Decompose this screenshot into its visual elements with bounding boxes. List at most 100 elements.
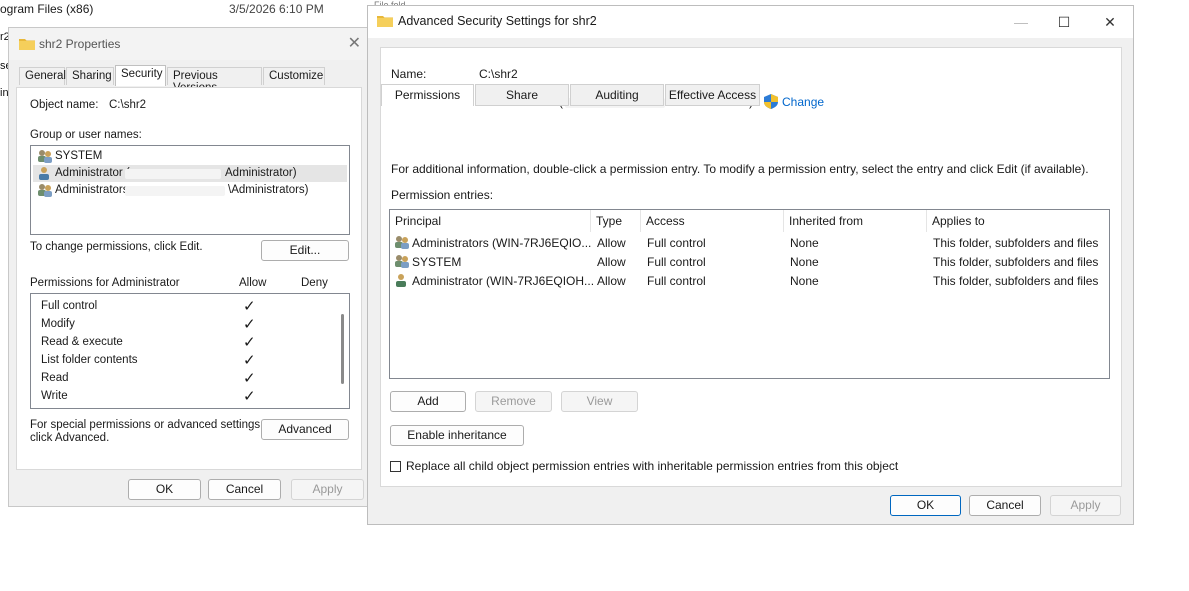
tab-previous-versions[interactable]: Previous Versions bbox=[167, 67, 262, 94]
advanced-titlebar[interactable]: Advanced Security Settings for shr2 — ☐ … bbox=[368, 6, 1133, 38]
entry-access: Full control bbox=[647, 236, 706, 250]
background-explorer-row: ogram Files (x86) 3/5/2026 6:10 PM bbox=[0, 0, 370, 18]
permission-entries-label: Permission entries: bbox=[391, 188, 494, 202]
table-row[interactable]: SYSTEM Allow Full control None This fold… bbox=[390, 253, 1109, 272]
group-icon bbox=[37, 149, 53, 166]
column-header[interactable]: Type bbox=[591, 210, 641, 232]
tab-customize[interactable]: Customize bbox=[263, 67, 325, 85]
list-item[interactable]: Administrators \Administrators) bbox=[33, 182, 347, 199]
entry-type: Allow bbox=[597, 255, 626, 269]
group-name-suffix: Administrator) bbox=[225, 167, 297, 179]
advanced-button[interactable]: Advanced bbox=[261, 419, 349, 440]
background-file-date: 3/5/2026 6:10 PM bbox=[229, 2, 324, 16]
tab-sharing[interactable]: Sharing bbox=[66, 67, 114, 85]
column-header[interactable]: Inherited from bbox=[784, 210, 927, 232]
special-permissions-text: click Advanced. bbox=[30, 432, 110, 444]
table-row[interactable]: Administrator (WIN-7RJ6EQIOH... Allow Fu… bbox=[390, 272, 1109, 291]
entry-access: Full control bbox=[647, 274, 706, 288]
entry-principal: Administrators (WIN-7RJ6EQIO... bbox=[412, 236, 592, 250]
ok-button[interactable]: OK bbox=[890, 495, 961, 516]
tab-share[interactable]: Share bbox=[475, 84, 569, 106]
object-name-label: Object name: bbox=[30, 99, 99, 111]
tab-general[interactable]: General bbox=[19, 67, 66, 85]
group-name-suffix: \Administrators) bbox=[228, 184, 309, 196]
enable-inheritance-button[interactable]: Enable inheritance bbox=[390, 425, 524, 446]
close-icon[interactable]: ✕ bbox=[348, 33, 361, 53]
table-row[interactable]: Administrators (WIN-7RJ6EQIO... Allow Fu… bbox=[390, 234, 1109, 253]
entry-applies: This folder, subfolders and files bbox=[933, 236, 1099, 250]
close-icon[interactable]: ✕ bbox=[1087, 8, 1133, 36]
tab-security[interactable]: Security bbox=[115, 65, 166, 86]
column-header[interactable]: Access bbox=[641, 210, 784, 232]
redacted-text bbox=[125, 169, 221, 179]
permission-name: List folder contents bbox=[41, 354, 138, 366]
permission-name: Modify bbox=[41, 318, 75, 330]
scrollbar[interactable] bbox=[341, 314, 344, 384]
list-item: Read & execute ✓ bbox=[41, 334, 346, 352]
remove-button[interactable]: Remove bbox=[475, 391, 552, 412]
list-item: List folder contents ✓ bbox=[41, 352, 346, 370]
properties-titlebar[interactable]: shr2 Properties ✕ bbox=[9, 28, 369, 60]
add-button[interactable]: Add bbox=[390, 391, 466, 412]
info-text: For additional information, double-click… bbox=[391, 162, 1089, 176]
checkmark-icon: ✓ bbox=[243, 352, 256, 369]
edit-button[interactable]: Edit... bbox=[261, 240, 349, 261]
column-header[interactable]: Principal bbox=[390, 210, 591, 232]
permission-entries-table[interactable]: Principal Type Access Inherited from App… bbox=[389, 209, 1110, 379]
change-permissions-text: To change permissions, click Edit. bbox=[30, 241, 203, 253]
apply-button[interactable]: Apply bbox=[291, 479, 364, 500]
user-icon bbox=[394, 273, 408, 290]
tab-permissions[interactable]: Permissions bbox=[381, 84, 474, 106]
list-item[interactable]: SYSTEM bbox=[33, 148, 347, 165]
minimize-icon[interactable]: — bbox=[998, 8, 1044, 36]
entry-inherited: None bbox=[790, 274, 819, 288]
permissions-list[interactable]: Full control ✓ Modify ✓ Read & execute ✓… bbox=[30, 293, 350, 409]
cancel-button[interactable]: Cancel bbox=[969, 495, 1041, 516]
list-item: Write ✓ bbox=[41, 388, 346, 406]
replace-child-checkbox[interactable] bbox=[390, 461, 401, 472]
column-header[interactable]: Applies to bbox=[927, 210, 1109, 232]
apply-button[interactable]: Apply bbox=[1050, 495, 1121, 516]
list-item: Read ✓ bbox=[41, 370, 346, 388]
checkmark-icon: ✓ bbox=[243, 388, 256, 405]
entry-type: Allow bbox=[597, 274, 626, 288]
checkmark-icon: ✓ bbox=[243, 298, 256, 315]
permission-name: Full control bbox=[41, 300, 98, 312]
group-names-list[interactable]: SYSTEM Administrator ( Administrator) Ad… bbox=[30, 145, 350, 235]
maximize-icon[interactable]: ☐ bbox=[1041, 8, 1087, 36]
background-file-name: ogram Files (x86) bbox=[0, 2, 94, 16]
advanced-security-window: Advanced Security Settings for shr2 — ☐ … bbox=[367, 5, 1134, 525]
entry-inherited: None bbox=[790, 255, 819, 269]
entry-inherited: None bbox=[790, 236, 819, 250]
group-icon bbox=[394, 235, 410, 252]
cancel-button[interactable]: Cancel bbox=[208, 479, 281, 500]
view-button[interactable]: View bbox=[561, 391, 638, 412]
properties-title: shr2 Properties bbox=[39, 37, 121, 51]
special-permissions-text: For special permissions or advanced sett… bbox=[30, 419, 264, 431]
replace-child-label[interactable]: Replace all child object permission entr… bbox=[406, 459, 898, 473]
permission-name: Read & execute bbox=[41, 336, 123, 348]
advanced-title: Advanced Security Settings for shr2 bbox=[398, 14, 597, 28]
permission-name: Write bbox=[41, 390, 68, 402]
group-names-label: Group or user names: bbox=[30, 129, 142, 141]
permission-name: Read bbox=[41, 372, 69, 384]
checkmark-icon: ✓ bbox=[243, 334, 256, 351]
tab-auditing[interactable]: Auditing bbox=[570, 84, 664, 106]
checkmark-icon: ✓ bbox=[243, 370, 256, 387]
ok-button[interactable]: OK bbox=[128, 479, 201, 500]
checkmark-icon: ✓ bbox=[243, 316, 256, 333]
security-panel: Object name: C:\shr2 Group or user names… bbox=[16, 87, 362, 470]
tab-effective-access[interactable]: Effective Access bbox=[665, 84, 760, 106]
list-item[interactable]: Administrator ( Administrator) bbox=[33, 165, 347, 182]
group-icon bbox=[37, 183, 53, 200]
entry-principal: Administrator (WIN-7RJ6EQIOH... bbox=[412, 274, 595, 288]
deny-header: Deny bbox=[301, 277, 328, 289]
entry-access: Full control bbox=[647, 255, 706, 269]
entry-applies: This folder, subfolders and files bbox=[933, 274, 1099, 288]
folder-icon bbox=[19, 37, 35, 53]
allow-header: Allow bbox=[239, 277, 267, 289]
name-label: Name: bbox=[391, 67, 427, 81]
group-name: Administrator ( bbox=[55, 167, 130, 179]
list-item: Modify ✓ bbox=[41, 316, 346, 334]
entry-applies: This folder, subfolders and files bbox=[933, 255, 1099, 269]
